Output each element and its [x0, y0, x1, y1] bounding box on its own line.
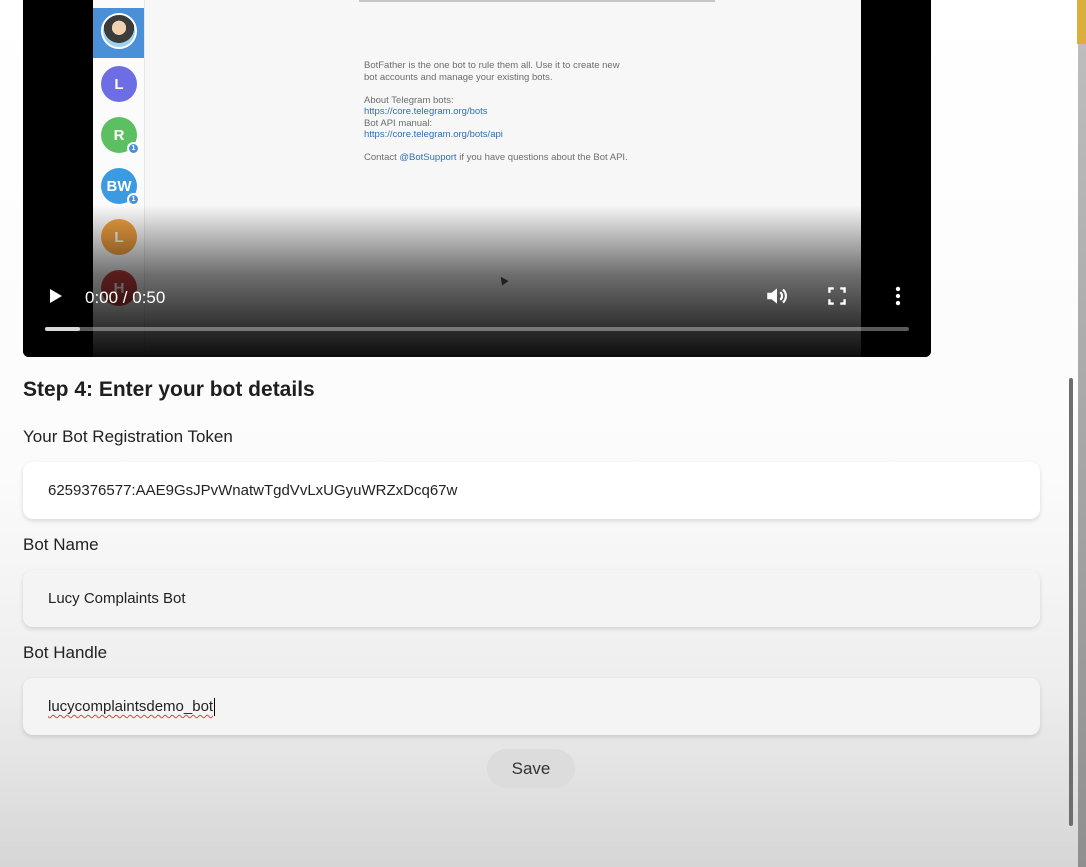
- save-button[interactable]: Save: [487, 749, 575, 788]
- about-label: About Telegram bots:: [364, 94, 454, 106]
- fullscreen-icon[interactable]: [824, 283, 850, 309]
- token-label: Your Bot Registration Token: [23, 427, 233, 446]
- tutorial-video-player[interactable]: LR1BW1LH BotFather is the one bot to rul…: [23, 0, 931, 357]
- manual-link: https://core.telegram.org/bots/api: [364, 129, 503, 140]
- step-title: Step 4: Enter your bot details: [23, 378, 315, 401]
- contact-suffix: if you have questions about the Bot API.: [459, 152, 628, 163]
- token-input[interactable]: [48, 482, 991, 499]
- frame-divider: [359, 0, 715, 2]
- page-scrollbar[interactable]: [1069, 378, 1073, 826]
- bot-name-label: Bot Name: [23, 535, 99, 554]
- bot-handle-label: Bot Handle: [23, 643, 108, 662]
- bot-name-field[interactable]: [23, 570, 1040, 627]
- video-time-display: 0:00 / 0:50: [85, 288, 166, 307]
- chat-avatar: R1: [101, 117, 140, 155]
- video-controls-gradient: [23, 205, 931, 357]
- window-edge-accent: [1077, 0, 1086, 44]
- bot-info-line: bot accounts and manage your existing bo…: [364, 71, 553, 83]
- contact-handle: @BotSupport: [399, 152, 457, 163]
- window-edge: [1078, 44, 1086, 867]
- chat-avatar: L: [101, 66, 137, 102]
- more-options-icon[interactable]: [885, 283, 911, 309]
- bot-name-input[interactable]: [48, 590, 991, 607]
- chat-avatar-botfather: [101, 13, 137, 49]
- bot-handle-input[interactable]: lucycomplaintsdemo_bot: [48, 698, 213, 715]
- token-field[interactable]: [23, 462, 1040, 519]
- text-caret: [214, 697, 216, 716]
- contact-line: Contact @BotSupport if you have question…: [364, 152, 664, 164]
- contact-prefix: Contact: [364, 152, 397, 163]
- about-link: https://core.telegram.org/bots: [364, 106, 488, 117]
- volume-icon[interactable]: [764, 283, 790, 309]
- bot-info-line: BotFather is the one bot to rule them al…: [364, 60, 620, 71]
- chat-avatar: BW 1: [101, 168, 140, 206]
- video-progress-fill: [45, 327, 80, 331]
- unread-badge: 1: [127, 142, 140, 155]
- manual-label: Bot API manual:: [364, 117, 433, 129]
- botfather-description: BotFather is the one bot to rule them al…: [364, 60, 664, 164]
- video-progress-bar[interactable]: [45, 327, 909, 331]
- bot-handle-field[interactable]: lucycomplaintsdemo_bot: [23, 678, 1040, 735]
- play-icon[interactable]: [50, 289, 62, 303]
